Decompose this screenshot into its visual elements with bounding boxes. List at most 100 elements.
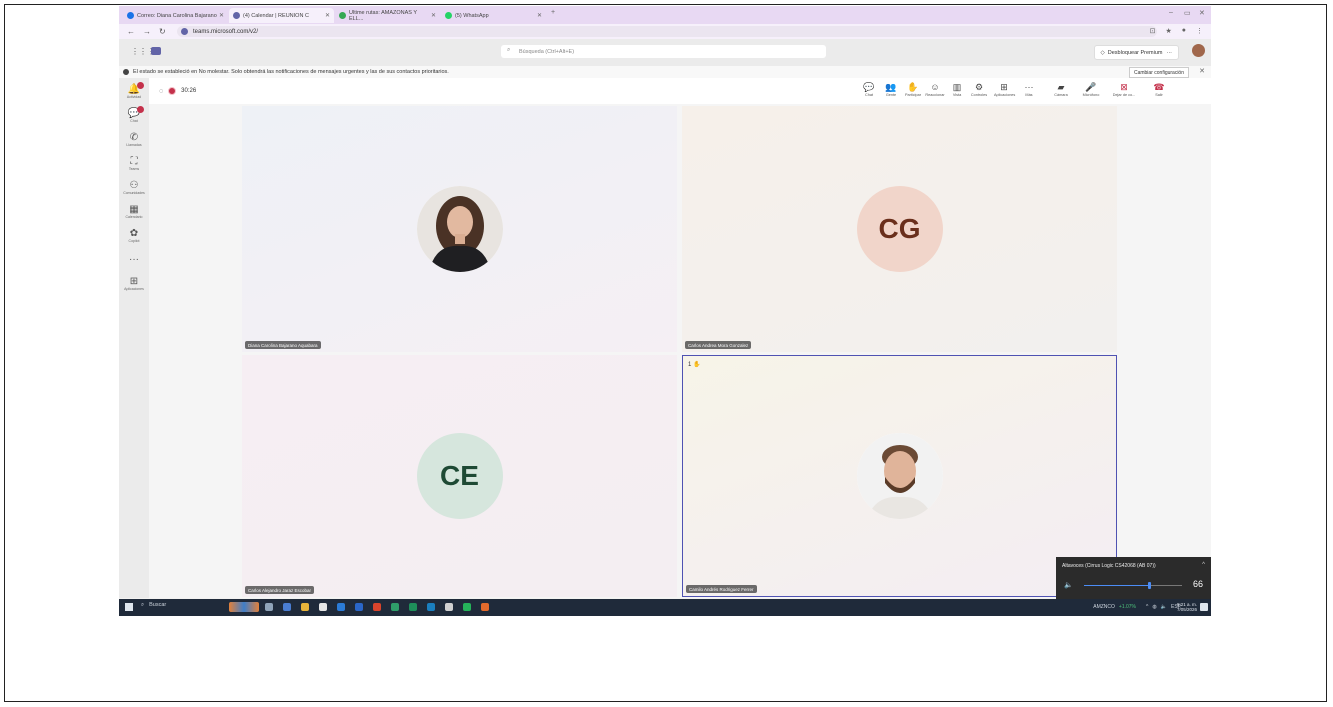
toolbar-label: Micrófono: [1082, 93, 1100, 97]
chevron-up-icon[interactable]: ^: [1146, 604, 1148, 610]
toolbar-label: Controles: [970, 93, 988, 97]
rail-label: Actividad: [126, 95, 142, 99]
react-icon: ☺: [930, 82, 940, 92]
site-info-icon[interactable]: [181, 28, 188, 35]
app-icon[interactable]: [373, 603, 381, 611]
rail-item-teams[interactable]: ⛶ Teams: [119, 156, 149, 171]
toolbar-camera-button[interactable]: ▰ Cámara: [1051, 81, 1071, 97]
close-icon[interactable]: ✕: [1199, 67, 1205, 75]
mail-icon[interactable]: [445, 603, 453, 611]
avatar[interactable]: [1192, 44, 1205, 57]
browser-tab-active[interactable]: (4) Calendar | REUNION C ✕: [229, 8, 334, 23]
phone-icon: ✆: [129, 132, 139, 143]
rail-item-calls[interactable]: ✆ Llamadas: [119, 132, 149, 147]
chrome-icon[interactable]: [391, 603, 399, 611]
participant-tile-active[interactable]: 1 ✋ Camilo Andrés Rodriguez Ferrer: [682, 355, 1117, 597]
participant-photo: [856, 433, 943, 519]
toolbar-view-button[interactable]: ▥ Vista: [947, 81, 967, 97]
rail-item-calendar[interactable]: ▦ Calendario: [119, 204, 149, 219]
volume-slider[interactable]: [1084, 582, 1182, 589]
rail-item-chat[interactable]: 💬 Chat: [119, 106, 149, 123]
toolbar-controls-button[interactable]: ⚙ Controles: [969, 81, 989, 97]
premium-label: Desbloquear Premium: [1107, 49, 1163, 56]
raise-hand-icon: ✋: [693, 362, 701, 368]
excel-icon[interactable]: [409, 603, 417, 611]
change-settings-button[interactable]: Cambiar configuración: [1128, 67, 1189, 78]
app-icon[interactable]: [427, 603, 435, 611]
timer-text: 30:26: [181, 88, 197, 94]
rail-label: Calendario: [125, 215, 143, 219]
volume-icon[interactable]: 🔈: [1161, 604, 1167, 610]
stock-widget-label[interactable]: AMZNCO: [1093, 604, 1115, 610]
windows-start-icon[interactable]: [125, 603, 133, 611]
app-icon[interactable]: [283, 603, 291, 611]
profile-icon[interactable]: ●: [1182, 27, 1186, 35]
rail-item-more[interactable]: ···: [119, 254, 149, 265]
taskbar-search[interactable]: ⌕ Buscar: [141, 602, 166, 609]
file-explorer-icon[interactable]: [301, 603, 309, 611]
toolbar-chat-button[interactable]: 💬 Chat: [859, 81, 879, 97]
toolbar-mic-button[interactable]: 🎤 Micrófono: [1081, 81, 1101, 97]
task-view-icon[interactable]: [265, 603, 273, 611]
close-icon[interactable]: ✕: [219, 12, 224, 19]
chevron-up-icon[interactable]: ^: [1202, 562, 1205, 568]
premium-button[interactable]: ◇ Desbloquear Premium ···: [1093, 45, 1179, 60]
search-input[interactable]: ⌕ Búsqueda (Ctrl+Alt+E): [501, 45, 826, 58]
participant-tile[interactable]: CE Carlos Alejandro Jaraz Escobar: [242, 355, 677, 597]
bookmark-star-icon[interactable]: ★: [1165, 27, 1171, 35]
app-icon[interactable]: [319, 603, 327, 611]
search-icon: ⌕: [141, 602, 145, 608]
shield-icon: ◌: [159, 87, 164, 95]
app-icon[interactable]: [355, 603, 363, 611]
reload-icon[interactable]: ↻: [159, 27, 166, 36]
raise-hand-icon: ✋: [907, 82, 919, 92]
rail-item-apps[interactable]: ⊞ Aplicaciones: [119, 276, 149, 291]
taskbar-clock[interactable]: 8:21 a. m. 7/05/2026: [1177, 602, 1197, 612]
browser-tab[interactable]: Ultime rutas: AMAZONAS Y ELL... ✕: [335, 8, 440, 23]
raised-hand-count: 1 ✋: [688, 361, 701, 368]
close-icon[interactable]: ✕: [325, 12, 330, 19]
browser-tab[interactable]: (5) WhatsApp ✕: [441, 8, 546, 23]
install-icon[interactable]: ⊡: [1150, 27, 1156, 35]
audio-device-name[interactable]: Altavoces (Cirrus Logic CS42068 (AB 07)): [1062, 563, 1156, 569]
toolbar-leave-button[interactable]: ☎ Salir: [1149, 81, 1169, 97]
whatsapp-icon[interactable]: [463, 603, 471, 611]
forward-icon[interactable]: →: [143, 27, 151, 36]
back-icon[interactable]: ←: [127, 27, 135, 36]
close-icon[interactable]: ✕: [431, 12, 436, 19]
minimize-icon[interactable]: –: [1169, 9, 1173, 16]
maximize-icon[interactable]: ▭: [1184, 9, 1191, 17]
close-window-icon[interactable]: ✕: [1199, 9, 1205, 17]
search-placeholder: Búsqueda (Ctrl+Alt+E): [519, 48, 575, 55]
browser-actions: ⊡ ★ ● ⋮: [1150, 27, 1203, 35]
participant-name-tag: Camilo Andrés Rodriguez Ferrer: [686, 585, 757, 593]
rail-item-activity[interactable]: 🔔 Actividad: [119, 82, 149, 99]
url-field[interactable]: teams.microsoft.com/v2/: [177, 26, 1157, 37]
rail-item-communities[interactable]: ⚇ Comunidades: [119, 180, 149, 195]
participant-photo: [416, 186, 503, 272]
edge-icon[interactable]: [337, 603, 345, 611]
participant-tile[interactable]: CG Carlos Andrea Mora Gonzalez: [682, 106, 1117, 352]
menu-icon[interactable]: ⋮: [1196, 27, 1203, 35]
close-icon[interactable]: ✕: [537, 12, 542, 19]
volume-slider-thumb[interactable]: [1147, 582, 1151, 589]
network-icon[interactable]: ◍: [1152, 604, 1156, 610]
notification-center-icon[interactable]: [1200, 603, 1208, 611]
more-icon[interactable]: ···: [1167, 50, 1173, 56]
rail-item-copilot[interactable]: ✿ Copilot: [119, 228, 149, 243]
toolbar-raise-hand-button[interactable]: ✋ Participar: [903, 81, 923, 97]
toolbar-react-button[interactable]: ☺ Reaccionar: [925, 81, 945, 97]
toolbar-stop-share-button[interactable]: ⊠ Dejar de co...: [1111, 81, 1137, 97]
participant-tile[interactable]: Diana Carolina Bajarano Aquabara: [242, 106, 677, 352]
new-tab-button[interactable]: +: [551, 9, 555, 16]
toolbar-people-button[interactable]: 👥 Gente: [881, 81, 901, 97]
toolbar-apps-button[interactable]: ⊞ Aplicaciones: [994, 81, 1015, 97]
toolbar-more-button[interactable]: ··· Más: [1019, 81, 1039, 97]
rail-label: Comunidades: [123, 191, 145, 195]
tab-label: (5) WhatsApp: [455, 12, 489, 19]
app-icon[interactable]: [481, 603, 489, 611]
speaker-icon[interactable]: 🔈: [1064, 581, 1073, 589]
widgets-icon[interactable]: [229, 602, 259, 612]
browser-tab[interactable]: Correo: Diana Carolina Bajarano ✕: [123, 8, 228, 23]
toolbar-label: Vista: [952, 93, 962, 97]
